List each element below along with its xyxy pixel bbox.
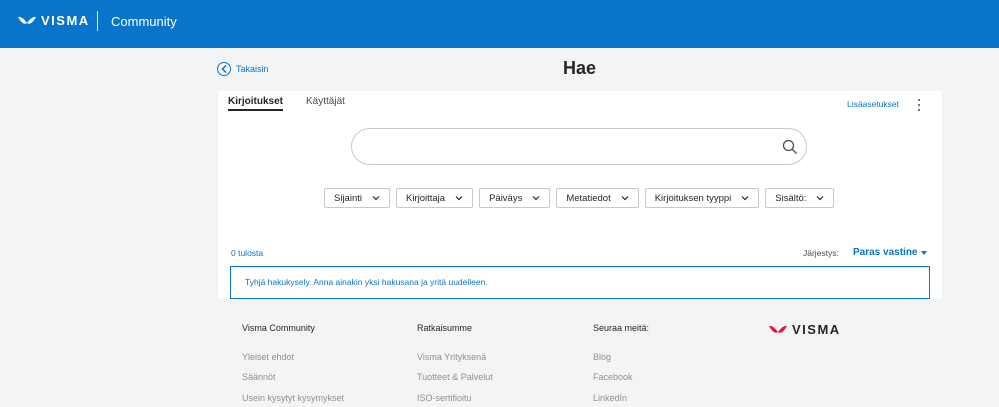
- search-panel: Kirjoitukset Käyttäjät Lisäasetukset Sij…: [218, 91, 942, 299]
- sort-dropdown[interactable]: Paras vastine: [853, 247, 927, 258]
- footer-link-rules[interactable]: Säännöt: [242, 372, 276, 382]
- footer-link-faq[interactable]: Usein kysytyt kysymykset: [242, 393, 344, 403]
- footer-link-terms[interactable]: Yleiset ehdot: [242, 352, 294, 362]
- filter-date[interactable]: Päiväys: [479, 188, 551, 208]
- filter-location[interactable]: Sijainti: [324, 188, 390, 208]
- empty-query-message: Tyhjä hakukysely. Anna ainakin yksi haku…: [230, 266, 930, 299]
- visma-logo-icon: [769, 325, 787, 333]
- chevron-down-icon: [455, 196, 463, 201]
- chevron-down-icon: [817, 196, 824, 201]
- search-box: [351, 128, 807, 165]
- footer-link-products[interactable]: Tuotteet & Palvelut: [417, 372, 493, 382]
- visma-logo-icon: [18, 16, 36, 24]
- footer-link-blog[interactable]: Blog: [593, 352, 611, 362]
- filter-metadata[interactable]: Metatiedot: [556, 188, 639, 208]
- more-options-icon[interactable]: [915, 99, 923, 111]
- footer-visma-logo[interactable]: VISMA: [768, 322, 841, 337]
- filter-author[interactable]: Kirjoittaja: [396, 188, 474, 208]
- filter-content[interactable]: Sisältö:: [765, 188, 835, 208]
- sort-label: Järjestys:: [803, 248, 839, 258]
- footer-link-iso[interactable]: ISO-sertifioitu: [417, 393, 472, 403]
- filter-label: Päiväys: [489, 192, 523, 204]
- tab-users[interactable]: Käyttäjät: [306, 96, 345, 107]
- filter-post-type[interactable]: Kirjoituksen tyyppi: [644, 188, 760, 208]
- chevron-down-icon: [621, 196, 629, 201]
- filter-bar: Sijainti Kirjoittaja Päiväys Metatiedot …: [324, 188, 835, 208]
- header-divider: [97, 11, 98, 31]
- footer-heading-solutions: Ratkaisumme: [417, 323, 473, 333]
- community-home-link[interactable]: Community: [111, 14, 177, 29]
- tab-posts[interactable]: Kirjoitukset: [228, 96, 284, 111]
- page-title: Hae: [562, 58, 597, 78]
- chevron-down-icon: [741, 196, 749, 201]
- footer-link-company[interactable]: Visma Yrityksenä: [417, 352, 486, 362]
- filter-label: Sijainti: [334, 192, 362, 204]
- footer-brand-wordmark: VISMA: [792, 322, 841, 337]
- footer-link-facebook[interactable]: Facebook: [593, 372, 633, 382]
- filter-label: Metatiedot: [566, 192, 611, 204]
- visma-logo[interactable]: VISMA: [17, 13, 90, 28]
- chevron-down-icon: [372, 196, 380, 201]
- caret-down-icon: [920, 250, 927, 255]
- footer-link-linkedin[interactable]: LinkedIn: [593, 393, 627, 403]
- advanced-options-link[interactable]: Lisäasetukset: [847, 99, 899, 109]
- top-header: VISMA Community: [0, 0, 999, 48]
- filter-label: Kirjoittaja: [406, 192, 446, 204]
- brand-wordmark: VISMA: [41, 13, 90, 28]
- filter-label: Sisältö:: [775, 192, 807, 204]
- footer-heading-community: Visma Community: [242, 323, 315, 333]
- footer-heading-follow: Seuraa meitä:: [593, 323, 650, 333]
- search-input[interactable]: [368, 137, 768, 157]
- sort-value: Paras vastine: [853, 247, 918, 258]
- filter-label: Kirjoituksen tyyppi: [654, 192, 732, 204]
- results-count: 0 tulosta: [231, 248, 264, 258]
- search-icon[interactable]: [782, 139, 798, 155]
- chevron-down-icon: [532, 196, 540, 201]
